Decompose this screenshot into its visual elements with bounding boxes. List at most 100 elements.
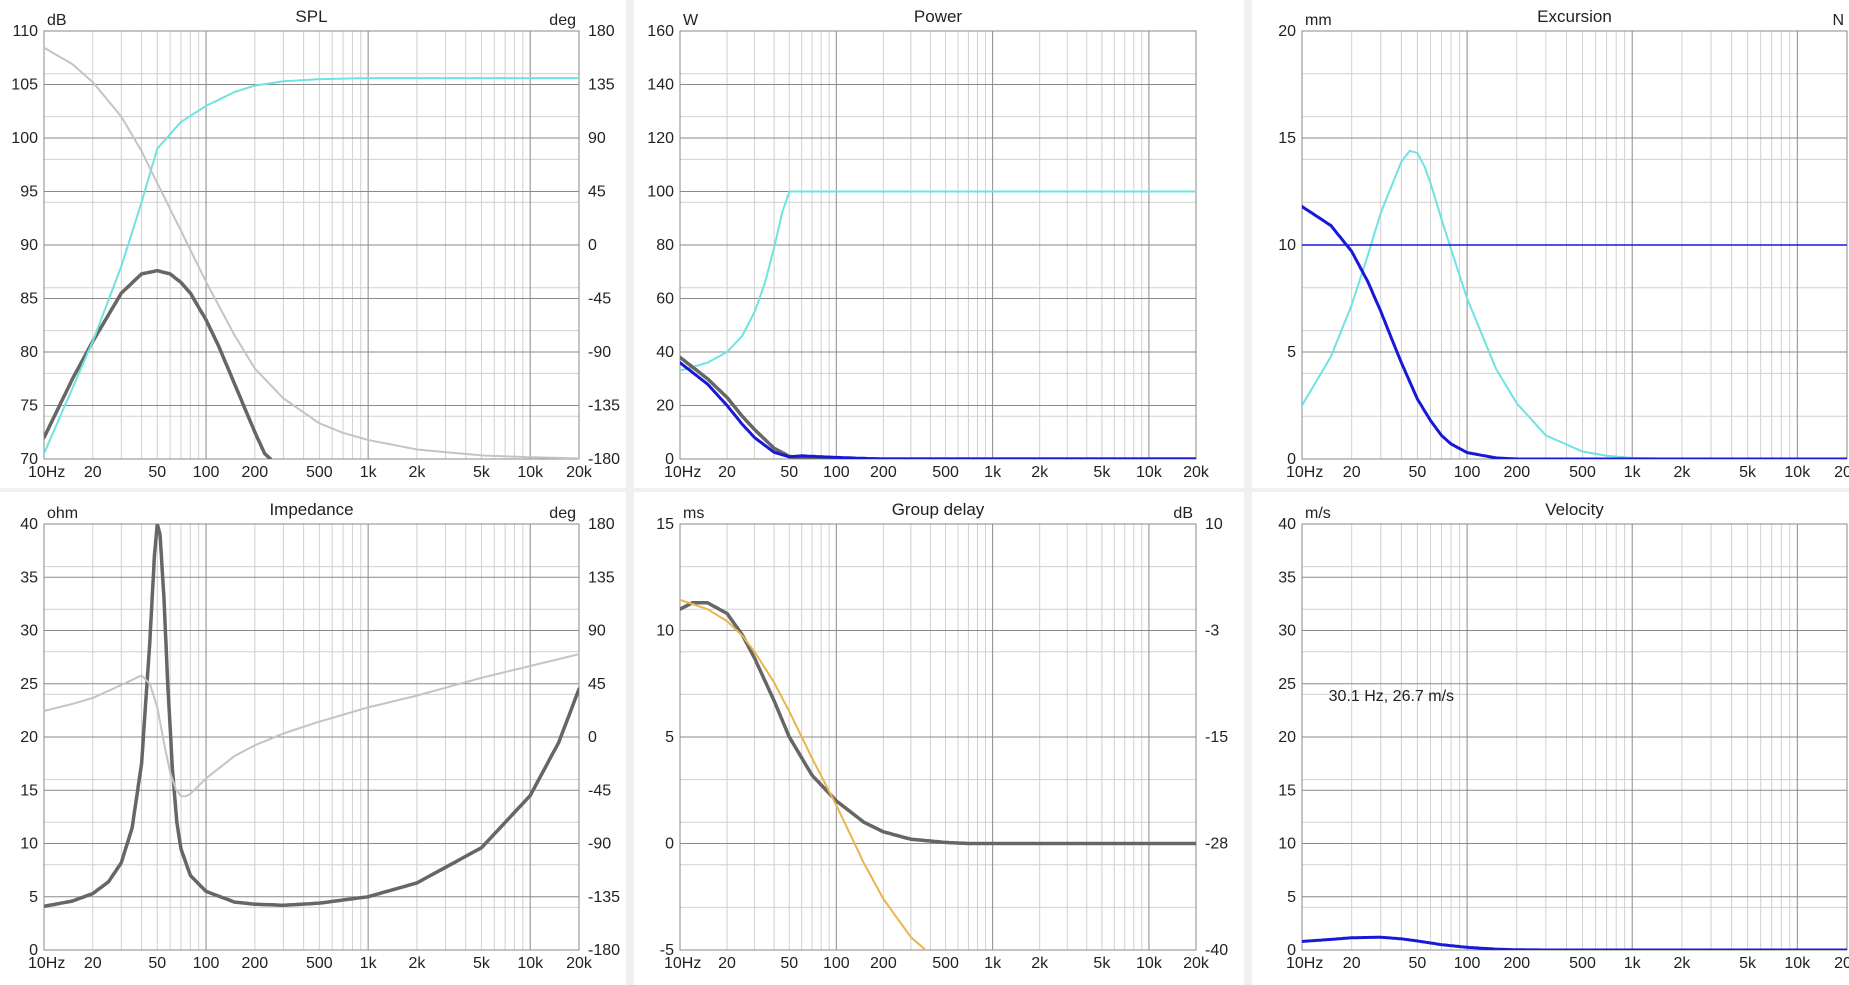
x-tick-label: 2k xyxy=(408,955,426,972)
x-tick-label: 200 xyxy=(1503,464,1530,481)
y2-tick-label: -15 xyxy=(1205,729,1228,746)
y-tick-label: 95 xyxy=(20,184,38,201)
y-tick-label: 85 xyxy=(20,291,38,308)
x-tick-label: 20k xyxy=(1183,955,1210,972)
spl-y2-unit: deg xyxy=(549,12,576,29)
x-tick-label: 10Hz xyxy=(664,955,701,972)
y2-tick-label: 135 xyxy=(588,569,615,586)
y-tick-label: 100 xyxy=(647,184,674,201)
x-tick-label: 10k xyxy=(1784,464,1811,481)
y-tick-label: 15 xyxy=(1278,782,1296,799)
group-delay-chart-panel: Group delay ms dB 15 10 5 0 -5 10 -3 -15 -28 -40 10Hz… xyxy=(634,492,1244,985)
x-tick-label: 5k xyxy=(1739,955,1757,972)
x-tick-label: 10k xyxy=(1784,955,1811,972)
y-tick-label: 10 xyxy=(20,836,38,853)
x-tick-label: 500 xyxy=(306,955,333,972)
x-tick-label: 200 xyxy=(242,955,269,972)
power-chart-svg: Power W 160 140 120 100 80 60 40 200 10Hz 20 50 100 20… xyxy=(647,7,1210,481)
x-tick-label: 20 xyxy=(718,955,736,972)
impedance-chart-svg: Impedanceohm deg4035302520151050180135904… xyxy=(20,500,620,972)
x-tick-label: 5k xyxy=(473,955,491,972)
y-tick-label: 15 xyxy=(20,782,38,799)
x-tick-label: 100 xyxy=(193,464,220,481)
x-tick-label: 2k xyxy=(1673,464,1691,481)
spl-chart-panel: SPL dB deg 110 105 100 95 90 85 80 75 70 180 135 90 45 0… xyxy=(0,0,626,488)
x-tick-label: 20 xyxy=(718,464,736,481)
y-tick-label: 35 xyxy=(20,569,38,586)
x-tick-label: 10k xyxy=(1136,464,1163,481)
x-tick-label: 2k xyxy=(1031,955,1049,972)
x-tick-label: 10Hz xyxy=(28,955,65,972)
x-tick-label: 10Hz xyxy=(1286,464,1323,481)
y2-tick-label: -45 xyxy=(588,291,611,308)
y2-tick-label: 135 xyxy=(588,77,615,94)
x-tick-label: 5k xyxy=(473,464,491,481)
y-tick-label: 5 xyxy=(1287,344,1296,361)
y2-tick-label: -135 xyxy=(588,889,620,906)
y-tick-label: 60 xyxy=(656,291,674,308)
y2-tick-label: 0 xyxy=(588,729,597,746)
y2-tick-label: -45 xyxy=(588,782,611,799)
x-tick-label: 100 xyxy=(823,464,850,481)
y-tick-label: 100 xyxy=(11,130,38,147)
x-tick-label: 20k xyxy=(1183,464,1210,481)
x-tick-label: 2k xyxy=(1673,955,1691,972)
y2-tick-label: 90 xyxy=(588,130,606,147)
x-tick-label: 500 xyxy=(932,464,959,481)
x-tick-label: 1k xyxy=(984,464,1002,481)
x-tick-label: 1k xyxy=(360,464,378,481)
group_delay-grid xyxy=(679,523,1197,951)
x-tick-label: 20k xyxy=(1834,955,1849,972)
y-tick-label: 30 xyxy=(1278,623,1296,640)
impedance-series-line-1 xyxy=(44,524,579,909)
x-tick-label: 100 xyxy=(1454,955,1481,972)
y-tick-label: 10 xyxy=(656,623,674,640)
impedance-y-unit: ohm xyxy=(47,505,78,522)
power-grid xyxy=(679,30,1197,460)
x-tick-label: 10Hz xyxy=(1286,955,1323,972)
x-tick-label: 20 xyxy=(84,955,102,972)
y-tick-label: 25 xyxy=(1278,676,1296,693)
x-tick-label: 10k xyxy=(517,464,544,481)
power-chart-panel: Power W 160 140 120 100 80 60 40 20 0 10Hz 20 50 100 20… xyxy=(634,0,1244,488)
x-tick-label: 2k xyxy=(1031,464,1049,481)
group_delay-title: Group delay xyxy=(892,500,985,519)
y2-tick-label: -90 xyxy=(588,344,611,361)
x-tick-label: 50 xyxy=(148,464,166,481)
excursion-y-unit: mm xyxy=(1305,12,1332,29)
x-tick-label: 100 xyxy=(1454,464,1481,481)
x-tick-label: 1k xyxy=(984,955,1002,972)
excursion-series xyxy=(1302,149,1847,459)
x-tick-label: 200 xyxy=(870,464,897,481)
response-charts-window: SPL dB deg 110 105 100 95 90 85 80 75 70 180 135 90 45 0… xyxy=(0,0,1849,985)
power-y-unit: W xyxy=(683,12,699,29)
x-tick-label: 1k xyxy=(360,955,378,972)
spl-chart-svg: SPLdB deg11010510095908580757018013590450… xyxy=(11,7,620,481)
y-tick-label: 80 xyxy=(656,237,674,254)
x-tick-label: 50 xyxy=(1409,955,1427,972)
spl-series-line-2 xyxy=(44,77,579,455)
x-tick-label: 100 xyxy=(823,955,850,972)
spl-grid xyxy=(43,30,580,460)
excursion-chart-svg: ExcursionmmN20151050107.552.5010Hz205010… xyxy=(1278,7,1849,481)
y-tick-label: 20 xyxy=(1278,729,1296,746)
x-tick-label: 200 xyxy=(242,464,269,481)
y2-tick-label: -180 xyxy=(588,942,620,959)
y2-tick-label: -3 xyxy=(1205,623,1219,640)
x-tick-label: 500 xyxy=(1569,464,1596,481)
velocity-title: Velocity xyxy=(1545,500,1604,519)
x-tick-label: 20 xyxy=(1343,955,1361,972)
spl-title: SPL xyxy=(295,7,327,26)
spl-series-line-3 xyxy=(44,46,579,459)
y-tick-label: 105 xyxy=(11,77,38,94)
impedance-y2-unit: deg xyxy=(549,505,576,522)
x-tick-label: 5k xyxy=(1093,955,1111,972)
y-tick-label: 40 xyxy=(656,344,674,361)
y-tick-label: 120 xyxy=(647,130,674,147)
y-tick-label: 40 xyxy=(20,516,38,533)
velocity-grid xyxy=(1301,523,1848,951)
y2-tick-label: 10 xyxy=(1205,516,1223,533)
power-title: Power xyxy=(914,7,963,26)
x-tick-label: 1k xyxy=(1624,464,1642,481)
excursion-chart-panel: ExcursionmmN20151050107.552.5010Hz205010… xyxy=(1252,0,1849,488)
